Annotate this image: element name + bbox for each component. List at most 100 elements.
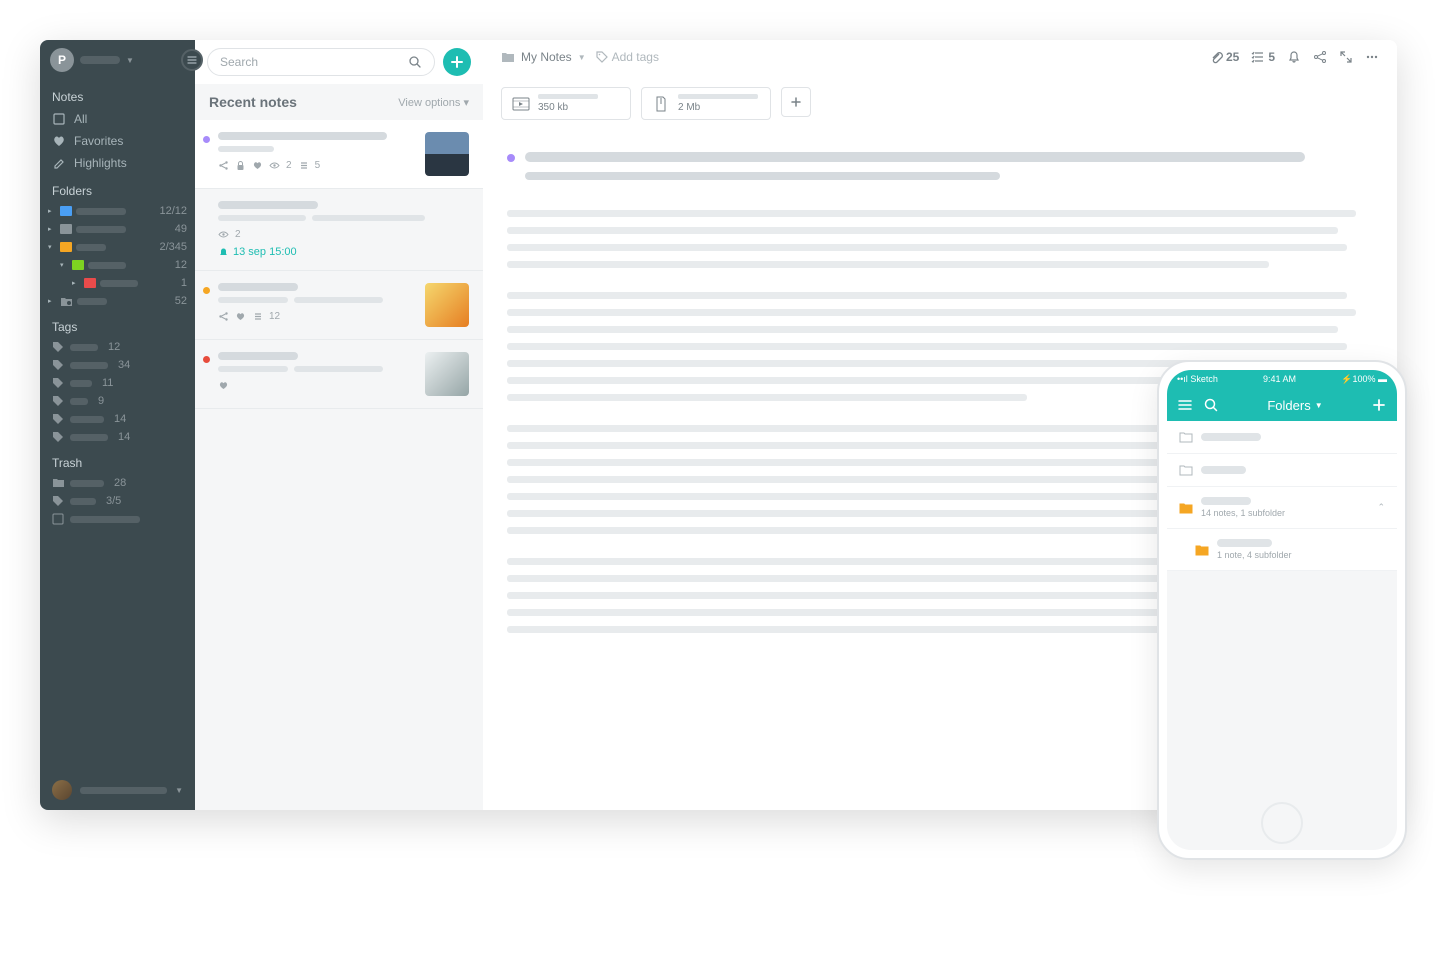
content-title-placeholder — [525, 152, 1305, 162]
content-paragraph — [507, 210, 1373, 268]
nav-favorites[interactable]: Favorites — [40, 130, 195, 152]
notifications-button[interactable] — [1287, 50, 1301, 64]
note-text-placeholder — [218, 146, 274, 152]
search-icon[interactable] — [1203, 397, 1219, 413]
share-button[interactable] — [1313, 50, 1327, 64]
recent-title: Recent notes — [209, 94, 297, 110]
folder-count: 12 — [175, 259, 187, 271]
note-title-placeholder — [218, 201, 318, 209]
expand-icon: ▸ — [72, 279, 80, 287]
note-meta: 12 — [218, 311, 417, 322]
tag-count: 14 — [114, 413, 126, 425]
more-button[interactable] — [1365, 50, 1379, 64]
expand-icon: ▸ — [48, 297, 56, 305]
folder-icon — [60, 224, 72, 234]
attachment-archive[interactable]: 2 Mb — [641, 87, 771, 120]
tag-item[interactable]: 14 — [40, 410, 195, 428]
note-card[interactable]: 12 — [195, 271, 483, 340]
tag-item[interactable]: 11 — [40, 374, 195, 392]
tag-name-placeholder — [70, 344, 98, 351]
folder-icon — [60, 206, 72, 216]
expand-icon — [1339, 50, 1353, 64]
sidebar-toggle-button[interactable] — [181, 49, 203, 71]
tag-item[interactable]: 9 — [40, 392, 195, 410]
trash-name-placeholder — [70, 516, 140, 523]
tag-item[interactable]: 34 — [40, 356, 195, 374]
bullet-dot — [507, 154, 515, 162]
folder-item[interactable]: ▸ 52 — [40, 292, 195, 310]
chevron-down-icon: ▼ — [175, 786, 183, 795]
phone-home-button[interactable] — [1261, 802, 1303, 844]
phone-folder-item[interactable] — [1167, 454, 1397, 487]
folder-name-placeholder — [77, 298, 107, 305]
folder-name-placeholder — [76, 244, 106, 251]
share-icon — [1313, 50, 1327, 64]
trash-name-placeholder — [70, 480, 104, 487]
view-options-button[interactable]: View options ▾ — [398, 96, 469, 109]
folder-count: 12/12 — [159, 205, 187, 217]
search-input[interactable] — [220, 55, 400, 69]
trash-item[interactable]: 28 — [40, 474, 195, 492]
tag-name-placeholder — [70, 434, 108, 441]
content-line-placeholder — [507, 292, 1347, 299]
folder-item[interactable]: ▸ 49 — [40, 220, 195, 238]
attachments-count[interactable]: 25 — [1209, 50, 1239, 64]
folder-item[interactable]: ▸ 1 — [40, 274, 195, 292]
nav-all[interactable]: All — [40, 108, 195, 130]
trash-item[interactable] — [40, 510, 195, 528]
tag-count: 11 — [102, 377, 113, 389]
user-name-bottom-placeholder — [80, 787, 167, 794]
plus-icon — [450, 55, 464, 69]
phone-title[interactable]: Folders ▼ — [1229, 398, 1361, 413]
folder-item[interactable]: ▾ 12 — [40, 256, 195, 274]
note-card[interactable] — [195, 340, 483, 409]
user-avatar-bottom — [52, 780, 72, 800]
notes-header — [195, 40, 483, 84]
bell-icon — [1287, 50, 1301, 64]
sidebar-user[interactable]: P ▼ — [40, 40, 195, 80]
expand-icon: ▸ — [48, 207, 56, 215]
phone-status-bar: ••ıl Sketch 9:41 AM ⚡100% ▬ — [1167, 370, 1397, 389]
more-icon — [1365, 50, 1379, 64]
add-tags-button[interactable]: Add tags — [596, 50, 659, 64]
phone-folder-item[interactable]: 14 notes, 1 subfolder ⌃ — [1167, 487, 1397, 529]
tag-name-placeholder — [70, 398, 88, 405]
nav-highlights[interactable]: Highlights — [40, 152, 195, 174]
note-text-placeholder — [312, 215, 425, 221]
trash-name-placeholder — [70, 498, 96, 505]
folder-name-placeholder — [76, 226, 126, 233]
plus-icon — [790, 96, 802, 108]
content-subtitle-placeholder — [525, 172, 1000, 180]
note-color-dot — [203, 205, 210, 212]
phone-folder-item[interactable]: 1 note, 4 subfolder — [1167, 529, 1397, 571]
note-card[interactable]: 25 — [195, 120, 483, 189]
note-text-placeholder — [218, 297, 288, 303]
tag-count: 14 — [118, 431, 130, 443]
list-icon — [1251, 50, 1265, 64]
tag-name-placeholder — [70, 416, 104, 423]
folder-item[interactable]: ▸ 12/12 — [40, 202, 195, 220]
checklist-count[interactable]: 5 — [1251, 50, 1275, 64]
menu-icon[interactable] — [1177, 397, 1193, 413]
note-card[interactable]: 2 13 sep 15:00 — [195, 189, 483, 271]
breadcrumb[interactable]: My Notes ▼ — [501, 50, 586, 64]
expand-button[interactable] — [1339, 50, 1353, 64]
trash-item[interactable]: 3/5 — [40, 492, 195, 510]
tag-item[interactable]: 12 — [40, 338, 195, 356]
tag-item[interactable]: 14 — [40, 428, 195, 446]
add-note-button[interactable] — [443, 48, 471, 76]
search-box[interactable] — [207, 48, 435, 76]
plus-icon[interactable] — [1371, 397, 1387, 413]
tag-count: 12 — [108, 341, 120, 353]
attachment-video[interactable]: 350 kb — [501, 87, 631, 120]
folder-item[interactable]: ▾ 2/345 — [40, 238, 195, 256]
sidebar-bottom-user[interactable]: ▼ — [40, 770, 195, 810]
note-toolbar: My Notes ▼ Add tags 25 5 — [483, 40, 1397, 75]
user-avatar: P — [50, 48, 74, 72]
note-color-dot — [203, 287, 210, 294]
add-attachment-button[interactable] — [781, 87, 811, 117]
phone-folder-name-placeholder — [1201, 433, 1261, 441]
phone-folder-item[interactable] — [1167, 421, 1397, 454]
hamburger-icon — [186, 54, 198, 66]
breadcrumb-label: My Notes — [521, 50, 572, 64]
